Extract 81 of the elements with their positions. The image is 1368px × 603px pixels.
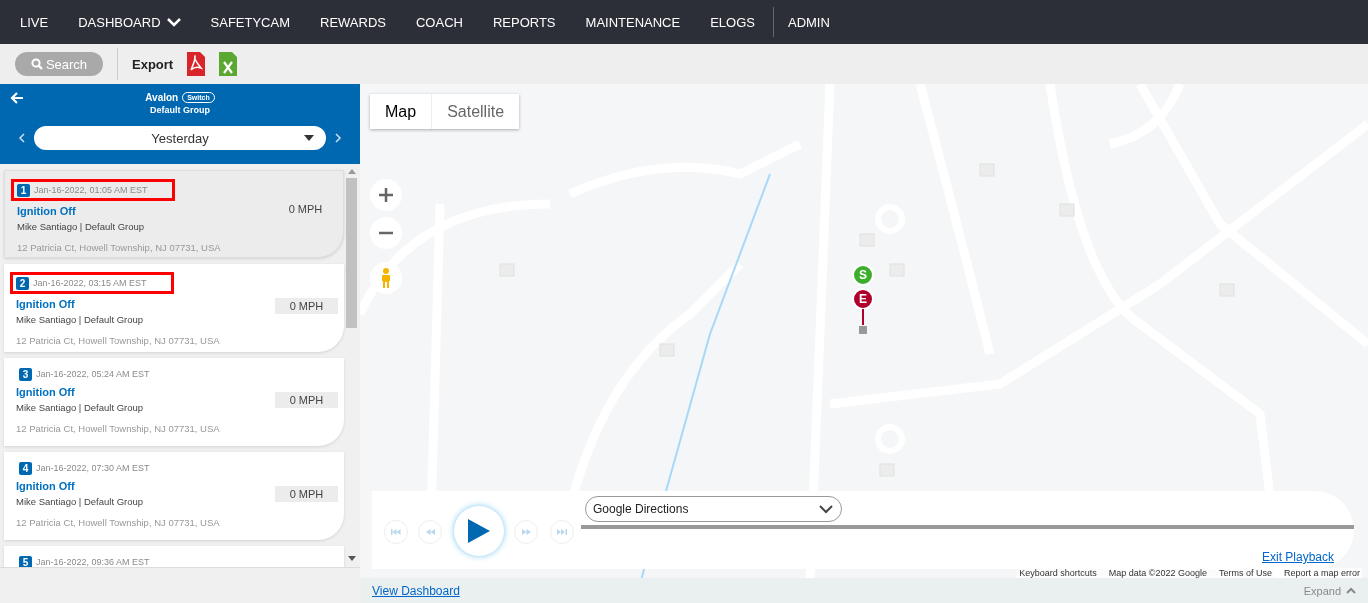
skip-back-button[interactable] — [384, 520, 408, 544]
nav-item[interactable]: LIVE — [8, 7, 61, 37]
event-title: Ignition Off — [16, 298, 75, 310]
chevron-left-icon[interactable] — [18, 133, 26, 143]
event-title: Ignition Off — [16, 386, 75, 398]
chevron-right-icon[interactable] — [334, 133, 342, 143]
event-title: Ignition Off — [16, 480, 75, 492]
event-card[interactable]: 3 Jan-16-2022, 05:24 AM EST Ignition Off Mike Santiago | Default Group 12 Patricia Ct, Howell Township, NJ 07731, USA 0 MPH — [4, 358, 344, 446]
marker-pin-icon — [859, 309, 867, 335]
exit-playback-link[interactable]: Exit Playback — [1261, 550, 1334, 564]
event-time: Jan-16-2022, 03:15 AM EST — [33, 278, 147, 288]
driver-group: Mike Santiago | Default Group — [16, 314, 144, 325]
map-attribution-link[interactable]: Keyboard shortcuts — [1019, 568, 1097, 578]
play-icon — [468, 519, 490, 543]
event-number: 5 — [19, 555, 32, 567]
nav-item[interactable]: REPORTS — [480, 7, 568, 37]
rewind-button[interactable] — [418, 520, 442, 544]
event-number: 2 — [16, 276, 29, 290]
event-time: Jan-16-2022, 01:05 AM EST — [34, 185, 148, 195]
event-card[interactable]: 1 Jan-16-2022, 01:05 AM EST Ignition Off Mike Santiago | Default Group 12 Patricia Ct, Howell Township, NJ 07731, USA 0 MPH — [4, 170, 344, 258]
event-card[interactable]: 2 Jan-16-2022, 03:15 AM EST Ignition Off Mike Santiago | Default Group 12 Patricia Ct, Howell Township, NJ 07731, USA 0 MPH — [4, 264, 344, 352]
minus-icon — [379, 231, 393, 235]
export-label: Export — [132, 56, 174, 72]
nav-item[interactable]: ELOGS — [698, 7, 767, 37]
nav-item[interactable]: MAINTENANCE — [573, 7, 693, 37]
driver-group: Mike Santiago | Default Group — [17, 221, 145, 232]
speed-value: 0 MPH — [275, 486, 338, 502]
event-time: Jan-16-2022, 09:36 AM EST — [36, 557, 150, 567]
event-address: 12 Patricia Ct, Howell Township, NJ 07731, USA — [16, 335, 220, 346]
rewind-icon — [425, 529, 435, 535]
fast-forward-icon — [521, 529, 531, 535]
map-attribution-link[interactable]: Report a map error — [1283, 568, 1360, 578]
playback-track[interactable] — [581, 525, 1354, 529]
skip-back-icon — [391, 529, 401, 535]
event-address: 12 Patricia Ct, Howell Township, NJ 07731, USA — [16, 423, 220, 434]
back-arrow-icon[interactable] — [10, 91, 24, 105]
search-icon — [30, 58, 43, 70]
event-time: Jan-16-2022, 05:24 AM EST — [36, 369, 150, 379]
skip-forward-icon — [557, 529, 567, 535]
speed-value: 0 MPH — [275, 298, 338, 314]
caret-down-icon — [304, 135, 314, 141]
event-address: 12 Patricia Ct, Howell Township, NJ 07731, USA — [16, 517, 220, 528]
plus-icon — [379, 188, 393, 202]
group-name: Default Group — [150, 105, 210, 115]
map-attribution-link[interactable]: Terms of Use — [1218, 568, 1272, 578]
vehicle-name: Avalon — [145, 92, 179, 103]
event-number: 1 — [17, 183, 30, 197]
chevron-down-icon — [166, 17, 181, 27]
fast-forward-button[interactable] — [514, 520, 538, 544]
play-button[interactable] — [454, 506, 504, 556]
nav-item[interactable]: REWARDS — [308, 7, 398, 37]
nav-item[interactable]: COACH — [404, 7, 475, 37]
view-dashboard-link[interactable]: View Dashboard — [372, 583, 460, 598]
pdf-file-icon[interactable] — [187, 52, 206, 76]
nav-item[interactable]: DASHBOARD — [66, 7, 193, 37]
speed-value: 0 MPH — [287, 202, 324, 217]
map-attribution-link[interactable]: Map data ©2022 Google — [1108, 568, 1207, 578]
map-type-button[interactable]: Map — [370, 94, 433, 129]
chevron-down-icon — [819, 505, 833, 514]
event-time: Jan-16-2022, 07:30 AM EST — [36, 463, 150, 473]
nav-item[interactable]: ADMIN — [772, 7, 842, 37]
period-dropdown[interactable]: Yesterday — [34, 126, 326, 150]
driver-group: Mike Santiago | Default Group — [16, 402, 144, 413]
nav-item[interactable]: SAFETYCAM — [198, 7, 302, 37]
event-title: Ignition Off — [17, 205, 76, 217]
event-card[interactable]: 4 Jan-16-2022, 07:30 AM EST Ignition Off Mike Santiago | Default Group 12 Patricia Ct, Howell Township, NJ 07731, USA 0 MPH — [4, 452, 344, 540]
event-card[interactable]: 5 Jan-16-2022, 09:36 AM EST — [4, 546, 344, 567]
event-address: 12 Patricia Ct, Howell Township, NJ 07731, USA — [17, 242, 221, 253]
speed-value: 0 MPH — [275, 392, 338, 408]
driver-group: Mike Santiago | Default Group — [16, 496, 144, 507]
event-number: 3 — [19, 367, 32, 381]
chevron-up-icon — [1346, 587, 1356, 594]
skip-forward-button[interactable] — [550, 520, 574, 544]
excel-file-icon[interactable] — [219, 52, 238, 76]
scroll-down-icon[interactable] — [347, 556, 356, 561]
scroll-up-icon[interactable] — [347, 169, 356, 174]
map-type-button[interactable]: Satellite — [432, 94, 520, 129]
pegman-icon — [381, 268, 391, 288]
event-number: 4 — [19, 461, 32, 475]
route-dropdown[interactable]: Google Directions — [585, 496, 842, 522]
scrollbar-thumb[interactable] — [346, 178, 357, 328]
